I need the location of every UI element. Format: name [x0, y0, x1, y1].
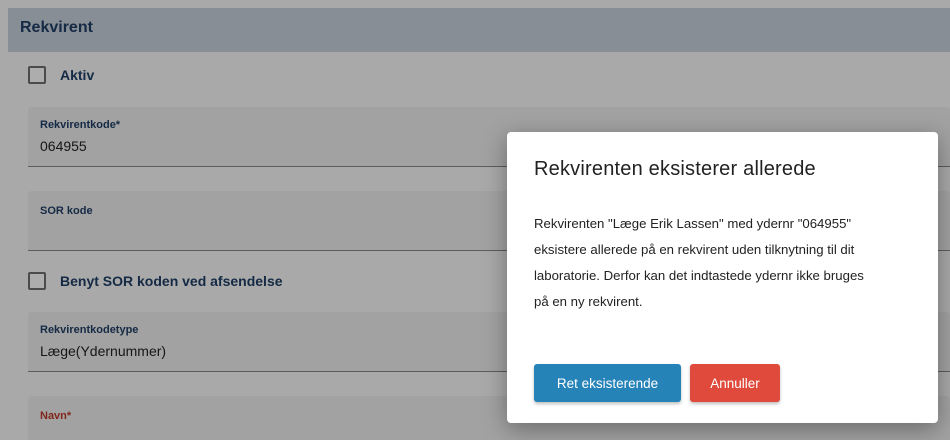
annuller-button[interactable]: Annuller: [690, 364, 780, 402]
dialog-message-line: eksistere allerede på en rekvirent uden …: [534, 242, 855, 257]
dialog-message: Rekvirenten "Læge Erik Lassen" med ydern…: [534, 211, 919, 315]
dialog-title: Rekvirenten eksisterer allerede: [534, 158, 816, 180]
existing-rekvirent-dialog: Rekvirenten eksisterer allerede Rekviren…: [507, 132, 938, 423]
dialog-message-line: Rekvirenten "Læge Erik Lassen" med ydern…: [534, 216, 852, 231]
dialog-message-line: på en ny rekvirent.: [534, 294, 643, 309]
ret-eksisterende-button[interactable]: Ret eksisterende: [534, 364, 681, 402]
dialog-message-line: laboratorie. Derfor kan det indtastede y…: [534, 268, 864, 283]
